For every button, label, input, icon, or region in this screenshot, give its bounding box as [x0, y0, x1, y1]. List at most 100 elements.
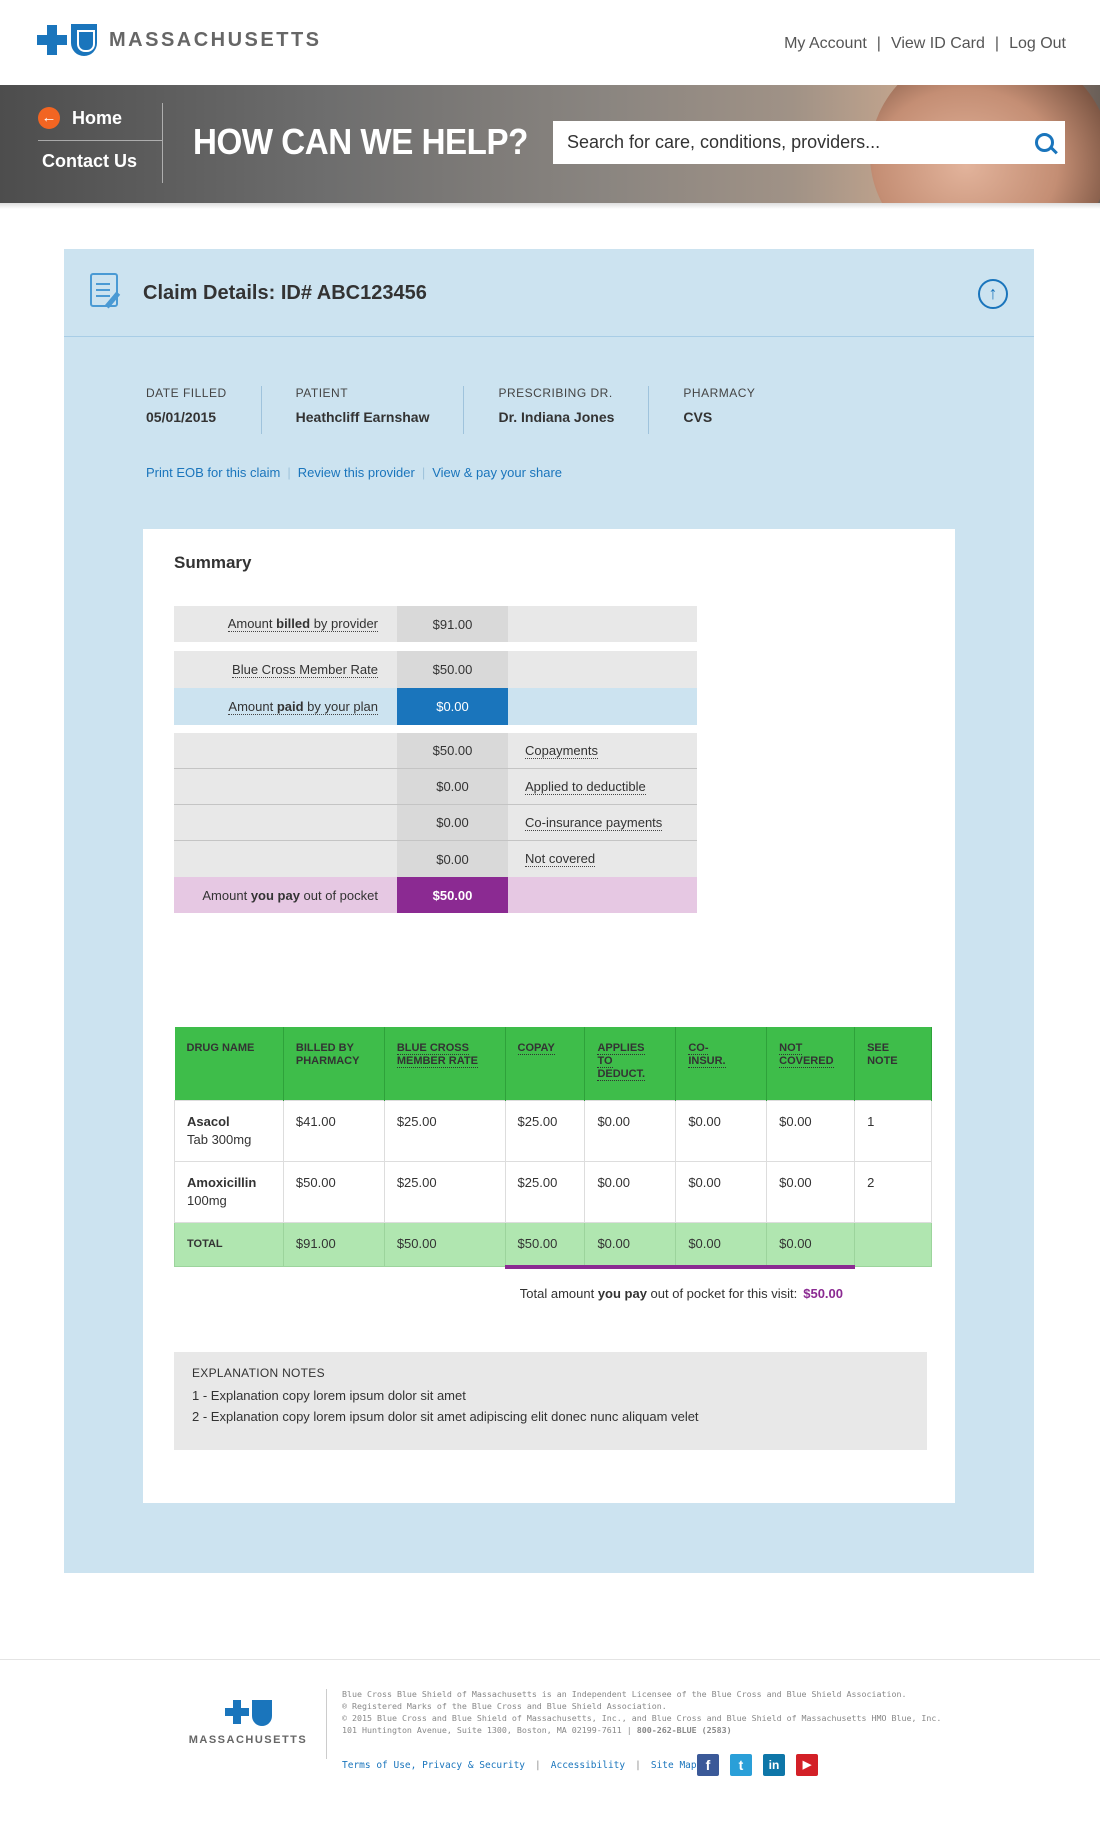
log-out-link[interactable]: Log Out [1009, 35, 1066, 53]
shield-icon [71, 24, 97, 56]
copay-cell: $25.00 [504, 1099, 586, 1162]
billed-cell: $50.00 [282, 1160, 385, 1223]
col-billed: BILLED BY PHARMACY [283, 1027, 385, 1100]
deduct-cell: $0.00 [584, 1099, 677, 1162]
nav-divider [38, 140, 162, 141]
meta-label: PRESCRIBING DR. [498, 386, 613, 400]
site-map-link[interactable]: Site Map [651, 1760, 697, 1771]
total-deduct: $0.00 [584, 1221, 677, 1269]
empty-cell [854, 1221, 932, 1267]
you-pay-value: $50.00 [397, 877, 508, 913]
coinsurance-label[interactable]: Co-insurance payments [508, 805, 697, 840]
youtube-icon[interactable]: ▶ [796, 1754, 818, 1776]
meta-pharmacy: PHARMACY CVS [683, 386, 789, 434]
breakdown-value: $0.00 [397, 769, 508, 804]
view-pay-share-link[interactable]: View & pay your share [432, 465, 562, 480]
site-header: MASSACHUSETTS My Account | View ID Card … [0, 0, 1100, 85]
footer-divider [0, 1659, 1100, 1660]
bcbs-logo[interactable]: MASSACHUSETTS [37, 24, 322, 56]
meta-value: 05/01/2015 [146, 409, 217, 425]
table-header-row: DRUG NAME BILLED BY PHARMACY BLUE CROSS ME… [174, 1027, 932, 1100]
paid-value: $0.00 [397, 688, 508, 725]
facebook-icon[interactable]: f [697, 1754, 719, 1776]
total-label: TOTAL [174, 1221, 284, 1267]
col-member-rate[interactable]: BLUE CROSS MEMBER RATE [384, 1027, 506, 1100]
cross-icon [37, 25, 67, 55]
cross-icon [224, 1700, 249, 1724]
empty-cell [174, 733, 397, 768]
claim-header: Claim Details: ID# ABC123456 ↑ [64, 249, 1034, 337]
rate-cell: $25.00 [383, 1160, 506, 1223]
col-deduct[interactable]: APPLIES TO DEDUCT. [584, 1027, 677, 1100]
drug-name-cell: Amoxicillin 100mg [174, 1160, 284, 1223]
review-provider-link[interactable]: Review this provider [298, 465, 415, 480]
meta-value: Dr. Indiana Jones [498, 409, 615, 425]
summary-title: Summary [174, 553, 252, 572]
arrow-left-icon: ← [38, 107, 60, 129]
not-covered-label[interactable]: Not covered [508, 841, 697, 877]
empty-cell [508, 606, 697, 642]
empty-cell [508, 651, 697, 688]
col-not-covered[interactable]: NOT COVERED [766, 1027, 856, 1100]
nav-vertical-divider [162, 103, 163, 183]
meta-label: PATIENT [295, 386, 349, 400]
billed-cell: $41.00 [282, 1099, 385, 1162]
link-separator: | [876, 35, 881, 52]
total-notcov: $0.00 [766, 1221, 856, 1269]
twitter-icon[interactable]: t [730, 1754, 752, 1776]
notcov-cell: $0.00 [766, 1099, 856, 1162]
link-separator: | [535, 1760, 541, 1771]
you-pay-row: Amount you pay out of pocket $50.00 [174, 877, 697, 913]
search-input[interactable] [553, 121, 1023, 164]
legal-line: Blue Cross Blue Shield of Massachusetts … [342, 1689, 907, 1699]
empty-cell [174, 805, 397, 840]
claim-meta: DATE FILLED 05/01/2015 PATIENT Heathclif… [146, 386, 823, 434]
meta-value: CVS [683, 409, 713, 425]
col-copay[interactable]: COPAY [505, 1027, 586, 1100]
breakdown-value: $0.00 [397, 841, 508, 877]
breakdown-value: $50.00 [397, 733, 508, 768]
my-account-link[interactable]: My Account [784, 35, 867, 53]
total-row: TOTAL $91.00 $50.00 $50.00 $0.00 $0.00 $… [174, 1221, 932, 1269]
view-id-card-link[interactable]: View ID Card [891, 35, 985, 53]
search-box [553, 121, 1065, 164]
claim-details-panel: Claim Details: ID# ABC123456 ↑ DATE FILL… [64, 249, 1034, 1573]
note-cell: 2 [854, 1160, 932, 1223]
print-eob-link[interactable]: Print EOB for this claim [146, 465, 280, 480]
phone-number: 800-262-BLUE (2583) [636, 1725, 732, 1735]
you-pay-label: Amount you pay out of pocket [174, 877, 397, 913]
member-rate-label[interactable]: Blue Cross Member Rate [174, 651, 397, 688]
notes-title: EXPLANATION NOTES [192, 1366, 325, 1380]
paid-label[interactable]: Amount paid by your plan [174, 688, 397, 725]
home-link[interactable]: ← Home [38, 105, 162, 131]
hero-nav: ← Home Contact Us [38, 105, 162, 172]
breakdown-row: $0.00 Co-insurance payments [174, 805, 697, 841]
deductible-label[interactable]: Applied to deductible [508, 769, 697, 804]
billed-label[interactable]: Amount billed by provider [174, 606, 397, 642]
home-label: Home [72, 107, 123, 128]
hero-shadow [0, 203, 1100, 209]
copayments-label[interactable]: Copayments [508, 733, 697, 768]
terms-link[interactable]: Terms of Use, Privacy & Security [342, 1760, 525, 1771]
collapse-up-icon[interactable]: ↑ [978, 279, 1008, 309]
hero-banner: ← Home Contact Us HOW CAN WE HELP? [0, 85, 1100, 203]
footer-logo[interactable]: MASSACHUSETTS [188, 1700, 308, 1746]
summary-card: Summary Amount billed by provider $91.00… [143, 529, 955, 1503]
link-separator: | [287, 465, 291, 480]
linkedin-icon[interactable]: in [763, 1754, 785, 1776]
empty-cell [508, 688, 697, 725]
hero-title: HOW CAN WE HELP? [193, 121, 528, 162]
explanation-notes: EXPLANATION NOTES 1 - Explanation copy l… [174, 1352, 927, 1450]
member-rate-row: Blue Cross Member Rate $50.00 [174, 651, 697, 688]
document-edit-icon [90, 273, 118, 307]
search-icon[interactable] [1023, 121, 1065, 164]
contact-us-link[interactable]: Contact Us [42, 151, 162, 172]
link-separator: | [994, 35, 1000, 52]
note-item: 1 - Explanation copy lorem ipsum dolor s… [192, 1388, 466, 1403]
rate-cell: $25.00 [383, 1099, 506, 1162]
empty-cell [174, 769, 397, 804]
empty-cell [174, 841, 397, 877]
accessibility-link[interactable]: Accessibility [551, 1760, 625, 1771]
col-coinsurance[interactable]: CO- INSUR. [675, 1027, 768, 1100]
drug-name-cell: Asacol Tab 300mg [174, 1099, 284, 1162]
